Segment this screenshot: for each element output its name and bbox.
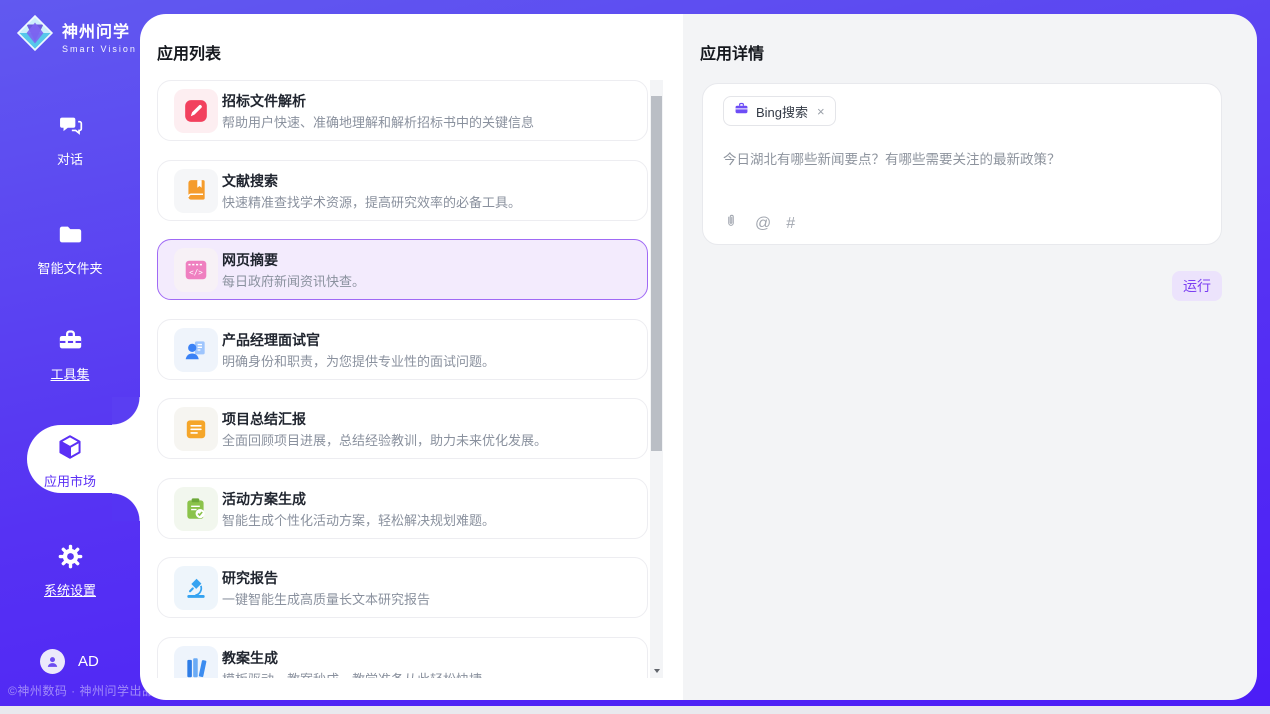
app-detail-panel: 应用详情 Bing搜索 × 今日湖北有哪些新闻要点？有哪些需要关注的最新政策？ [683, 14, 1257, 700]
sidebar-item-app-market[interactable]: 应用市场 [0, 433, 140, 490]
interviewer-icon [174, 328, 218, 372]
app-card-pm-interviewer[interactable]: 产品经理面试官 明确身份和职责，为您提供专业性的面试问题。 [157, 319, 648, 380]
app-card-desc: 快速精准查找学术资源，提高研究效率的必备工具。 [222, 192, 521, 211]
app-card-desc: 每日政府新闻资讯快查。 [222, 271, 365, 290]
paperclip-icon[interactable] [722, 212, 740, 235]
app-card-title: 活动方案生成 [222, 489, 306, 509]
hash-icon[interactable]: # [786, 215, 795, 233]
cube-icon [0, 433, 140, 466]
active-bubble-corner [112, 493, 140, 521]
active-bubble-corner [112, 397, 140, 425]
browser-code-icon: </> [174, 248, 218, 292]
run-button[interactable]: 运行 [1172, 271, 1222, 301]
app-card-project-summary[interactable]: 项目总结汇报 全面回顾项目进展，总结经验教训，助力未来优化发展。 [157, 398, 648, 459]
app-list-scrollbar[interactable] [650, 80, 663, 678]
brand-logo: 神州问学 Smart Vision [16, 14, 137, 57]
mention-icon[interactable]: @ [755, 215, 771, 233]
prompt-card: Bing搜索 × 今日湖北有哪些新闻要点？有哪些需要关注的最新政策？ @ # [702, 83, 1222, 245]
svg-text:</>: </> [189, 268, 203, 277]
sidebar-item-toolset[interactable]: 工具集 [0, 327, 140, 383]
tool-tag-bing-search[interactable]: Bing搜索 × [723, 96, 836, 126]
avatar [40, 649, 65, 674]
app-card-title: 文献搜索 [222, 171, 278, 191]
app-card-desc: 智能生成个性化活动方案，轻松解决规划难题。 [222, 510, 495, 529]
sidebar: 神州问学 Smart Vision 对话 智能文件夹 [0, 0, 140, 706]
app-list-panel: 应用列表 招标文件解析 帮助用户快速、准确地理解和解析招标书中的关键信息 [140, 14, 683, 700]
sidebar-item-label: 系统设置 [0, 580, 140, 599]
user-account[interactable]: AD [40, 649, 99, 674]
sidebar-item-settings[interactable]: 系统设置 [0, 543, 140, 599]
app-card-title: 产品经理面试官 [222, 330, 320, 350]
book-icon [174, 169, 218, 213]
app-detail-title: 应用详情 [700, 40, 764, 64]
app-list-scroll-area: 招标文件解析 帮助用户快速、准确地理解和解析招标书中的关键信息 文献搜索 快速精… [157, 80, 648, 678]
report-icon [174, 407, 218, 451]
app-card-title: 网页摘要 [222, 250, 278, 270]
app-card-title: 教案生成 [222, 648, 278, 668]
app-card-title: 研究报告 [222, 568, 278, 588]
microscope-icon [174, 566, 218, 610]
app-card-title: 项目总结汇报 [222, 409, 306, 429]
app-list-title: 应用列表 [157, 40, 221, 64]
gem-logo-icon [16, 14, 54, 57]
sidebar-item-label: 工具集 [0, 364, 140, 383]
close-icon[interactable]: × [817, 104, 825, 119]
scrollbar-thumb[interactable] [651, 96, 662, 451]
app-card-research-report[interactable]: 研究报告 一键智能生成高质量长文本研究报告 [157, 557, 648, 618]
sidebar-item-label: 应用市场 [0, 471, 140, 490]
brand-name: 神州问学 [62, 18, 137, 42]
main-content: 应用列表 招标文件解析 帮助用户快速、准确地理解和解析招标书中的关键信息 [140, 14, 1257, 700]
copyright-footer: ©神州数码 · 神州问学出品 [8, 682, 155, 699]
scroll-down-icon[interactable] [650, 664, 663, 678]
app-card-event-plan[interactable]: 活动方案生成 智能生成个性化活动方案，轻松解决规划难题。 [157, 478, 648, 539]
app-card-desc: 模板驱动，教案秒成，教学准备从此轻松快捷 [222, 669, 482, 678]
prompt-input[interactable]: 今日湖北有哪些新闻要点？有哪些需要关注的最新政策？ [723, 150, 1205, 169]
app-card-lesson-plan[interactable]: 教案生成 模板驱动，教案秒成，教学准备从此轻松快捷 [157, 637, 648, 678]
app-card-web-summary[interactable]: </> 网页摘要 每日政府新闻资讯快查。 [157, 239, 648, 300]
app-card-desc: 全面回顾项目进展，总结经验教训，助力未来优化发展。 [222, 430, 547, 449]
sidebar-item-label: 智能文件夹 [0, 258, 140, 277]
tool-tag-label: Bing搜索 [756, 102, 808, 121]
edit-square-icon [174, 89, 218, 133]
gear-icon [0, 543, 140, 575]
chat-icon [0, 112, 140, 144]
app-card-desc: 帮助用户快速、准确地理解和解析招标书中的关键信息 [222, 112, 534, 131]
attachment-toolbar: @ # [722, 212, 795, 235]
user-initials: AD [78, 653, 99, 670]
folder-icon [0, 221, 140, 253]
app-card-title: 招标文件解析 [222, 91, 306, 111]
brand-subtitle: Smart Vision [62, 44, 137, 54]
toolbox-icon [0, 327, 140, 359]
sidebar-item-label: 对话 [0, 149, 140, 168]
clipboard-check-icon [174, 487, 218, 531]
sidebar-item-smart-folder[interactable]: 智能文件夹 [0, 221, 140, 277]
app-card-desc: 一键智能生成高质量长文本研究报告 [222, 589, 430, 608]
scroll-up-icon[interactable] [650, 80, 663, 94]
app-card-bid-parsing[interactable]: 招标文件解析 帮助用户快速、准确地理解和解析招标书中的关键信息 [157, 80, 648, 141]
app-card-literature-search[interactable]: 文献搜索 快速精准查找学术资源，提高研究效率的必备工具。 [157, 160, 648, 221]
briefcase-icon [734, 101, 749, 121]
app-card-desc: 明确身份和职责，为您提供专业性的面试问题。 [222, 351, 495, 370]
books-icon [174, 646, 218, 678]
sidebar-item-chat[interactable]: 对话 [0, 112, 140, 168]
